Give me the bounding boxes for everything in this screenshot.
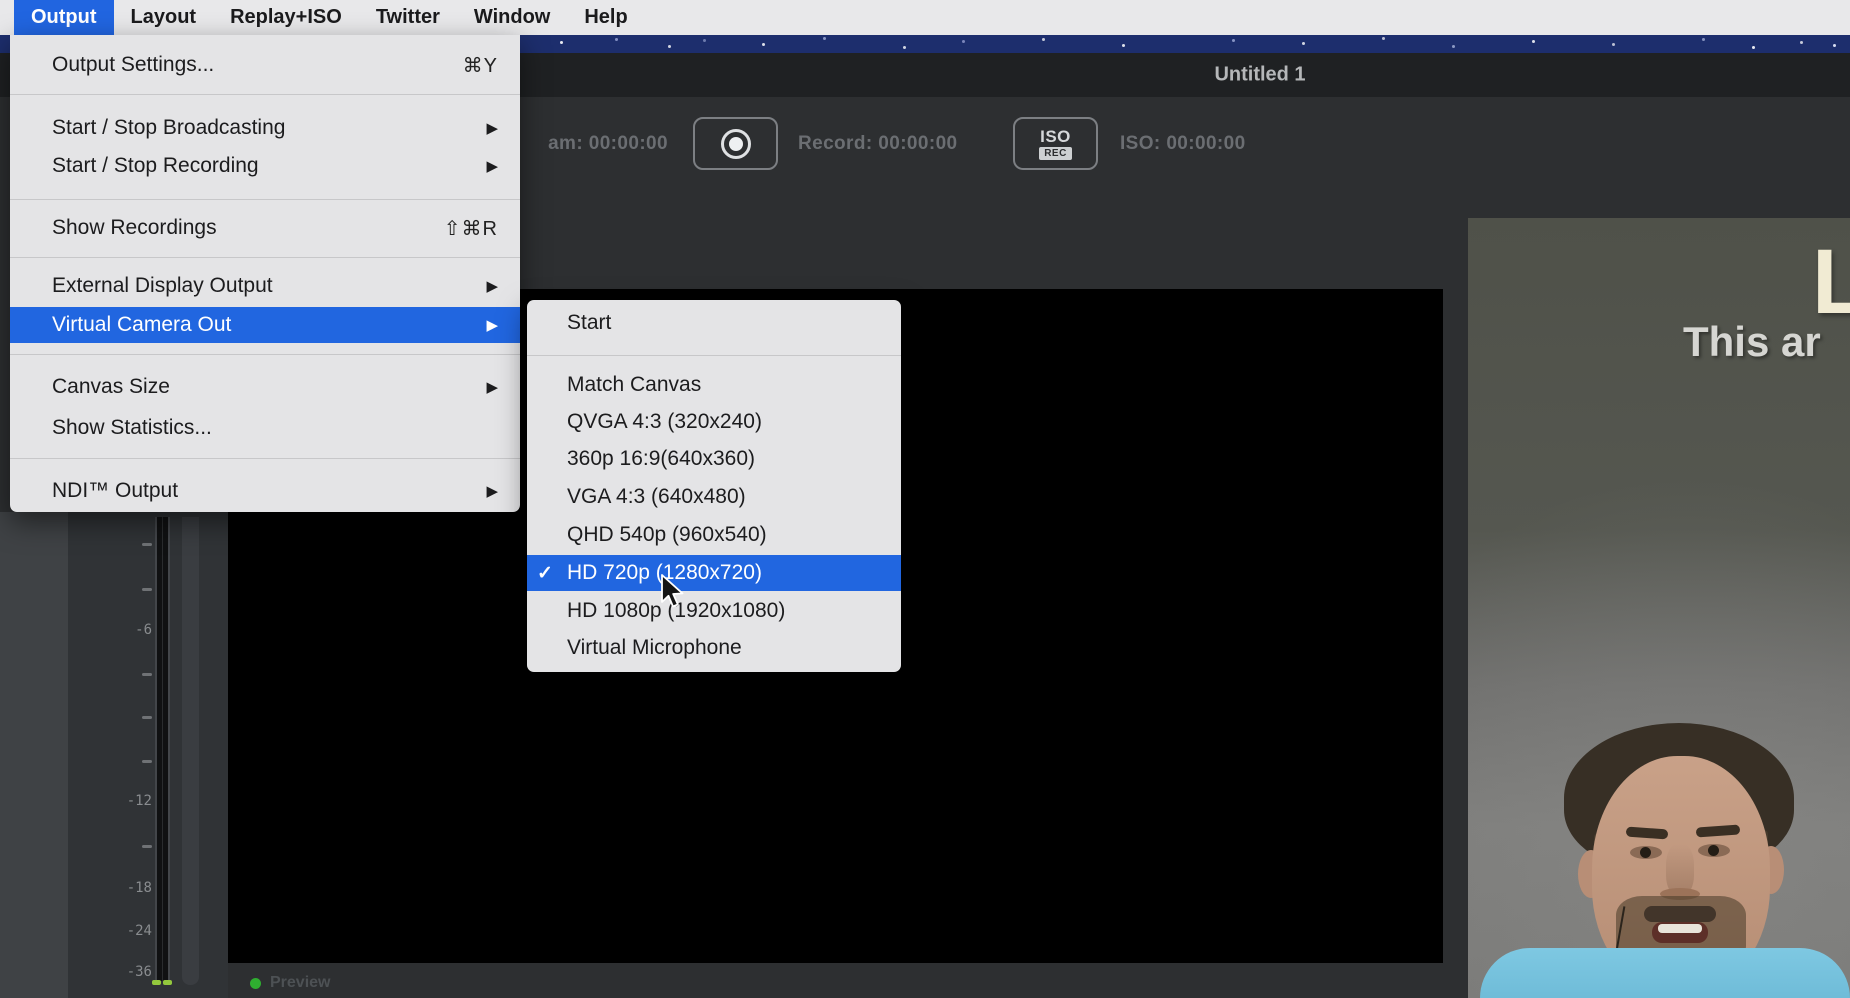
meter-tick-label: -12	[127, 795, 152, 808]
slide-subtitle-fragment: This ar	[1683, 318, 1821, 366]
submenu-arrow-icon: ▶	[486, 482, 498, 500]
menu-item-start-stop-recording[interactable]: Start / Stop Recording▶	[10, 148, 520, 184]
tutorial-overlay-video: L This ar	[1468, 218, 1850, 998]
submenu-arrow-icon: ▶	[486, 157, 498, 175]
menu-divider	[10, 199, 520, 200]
menu-item-canvas-size[interactable]: Canvas Size▶	[10, 369, 520, 405]
slide-title-fragment: L	[1812, 236, 1850, 328]
menu-item-output-settings-[interactable]: Output Settings...⌘Y	[10, 47, 520, 83]
menu-item-show-statistics-[interactable]: Show Statistics...	[10, 410, 520, 446]
menubar-item-replay-iso[interactable]: Replay+ISO	[213, 0, 359, 35]
meter-tick-label: -18	[127, 882, 152, 895]
menubar-item-twitter[interactable]: Twitter	[359, 0, 457, 35]
menu-item-virtual-camera-out[interactable]: Virtual Camera Out▶	[10, 307, 520, 343]
menu-item-virtual-microphone[interactable]: Virtual Microphone	[527, 630, 901, 666]
iso-record-button[interactable]: ISO REC	[1013, 117, 1098, 170]
menu-divider	[10, 94, 520, 95]
record-time-label: Record: 00:00:00	[798, 133, 958, 155]
meter-tick-label: -6	[135, 624, 152, 637]
meter-tick	[142, 588, 152, 591]
menu-item-show-recordings[interactable]: Show Recordings⇧⌘R	[10, 210, 520, 246]
menu-item-hd-1080p-1920x1080-[interactable]: HD 1080p (1920x1080)	[527, 593, 901, 629]
menu-item-qhd-540p-960x540-[interactable]: QHD 540p (960x540)	[527, 517, 901, 553]
checkmark-icon: ✓	[537, 562, 567, 585]
app-window: Untitled 1 am: 00:00:00 Record: 00:00:00…	[0, 0, 1850, 998]
submenu-arrow-icon: ▶	[486, 119, 498, 137]
menu-item-start-stop-broadcasting[interactable]: Start / Stop Broadcasting▶	[10, 110, 520, 146]
menu-item-hd-720p-1280x720-[interactable]: ✓HD 720p (1280x720)	[527, 555, 901, 591]
menu-item-360p-16-9-640x360-[interactable]: 360p 16:9(640x360)	[527, 441, 901, 477]
menubar-item-window[interactable]: Window	[457, 0, 567, 35]
left-sidebar: «	[0, 512, 68, 998]
record-button[interactable]	[693, 117, 778, 170]
audio-meter-panel: -6 -12 -18 -24 -36	[68, 512, 228, 998]
meter-tick	[142, 543, 152, 546]
submenu-arrow-icon: ▶	[486, 316, 498, 334]
meter-tick	[142, 716, 152, 719]
menubar-item-help[interactable]: Help	[567, 0, 644, 35]
output-menu-dropdown: Output Settings...⌘Y Start / Stop Broadca…	[10, 35, 520, 512]
submenu-arrow-icon: ▶	[486, 277, 498, 295]
mouse-cursor-icon	[660, 574, 686, 610]
virtual-camera-out-submenu: Start Match CanvasQVGA 4:3 (320x240)360p …	[527, 300, 901, 672]
meter-tick	[142, 760, 152, 763]
menu-divider	[10, 458, 520, 459]
meter-tick	[142, 845, 152, 848]
record-icon	[721, 129, 751, 159]
menu-shortcut: ⌘Y	[463, 53, 498, 78]
stream-time-label: am: 00:00:00	[520, 133, 668, 155]
menu-item-qvga-4-3-320x240-[interactable]: QVGA 4:3 (320x240)	[527, 404, 901, 440]
menu-bar: OutputLayoutReplay+ISOTwitterWindowHelp	[0, 0, 1850, 35]
audio-level-meter	[155, 517, 170, 981]
audio-fader-track[interactable]	[182, 517, 199, 985]
meter-tick	[142, 673, 152, 676]
submenu-arrow-icon: ▶	[486, 378, 498, 396]
menu-item-external-display-output[interactable]: External Display Output▶	[10, 268, 520, 304]
menu-divider	[10, 257, 520, 258]
document-title: Untitled 1	[1214, 64, 1305, 87]
starfield-decoration	[0, 35, 3, 38]
iso-rec-icon: ISO	[1040, 128, 1071, 145]
menu-item-vga-4-3-640x480-[interactable]: VGA 4:3 (640x480)	[527, 479, 901, 515]
presenter-shirt	[1480, 948, 1850, 998]
iso-time-label: ISO: 00:00:00	[1120, 133, 1246, 155]
menubar-item-output[interactable]: Output	[14, 0, 114, 35]
preview-status-dot	[250, 978, 261, 989]
menu-shortcut: ⇧⌘R	[444, 216, 498, 241]
menu-divider	[10, 354, 520, 355]
menubar-item-layout[interactable]: Layout	[114, 0, 214, 35]
menu-item-ndi-output[interactable]: NDI™ Output▶	[10, 473, 520, 509]
menu-item-match-canvas[interactable]: Match Canvas	[527, 367, 901, 403]
menu-item-start[interactable]: Start	[527, 305, 901, 341]
audio-level-indicator	[152, 980, 172, 985]
preview-label: Preview	[270, 974, 330, 992]
meter-tick-label: -24	[127, 925, 152, 938]
menu-divider	[527, 355, 901, 356]
meter-tick-label: -36	[127, 966, 152, 979]
